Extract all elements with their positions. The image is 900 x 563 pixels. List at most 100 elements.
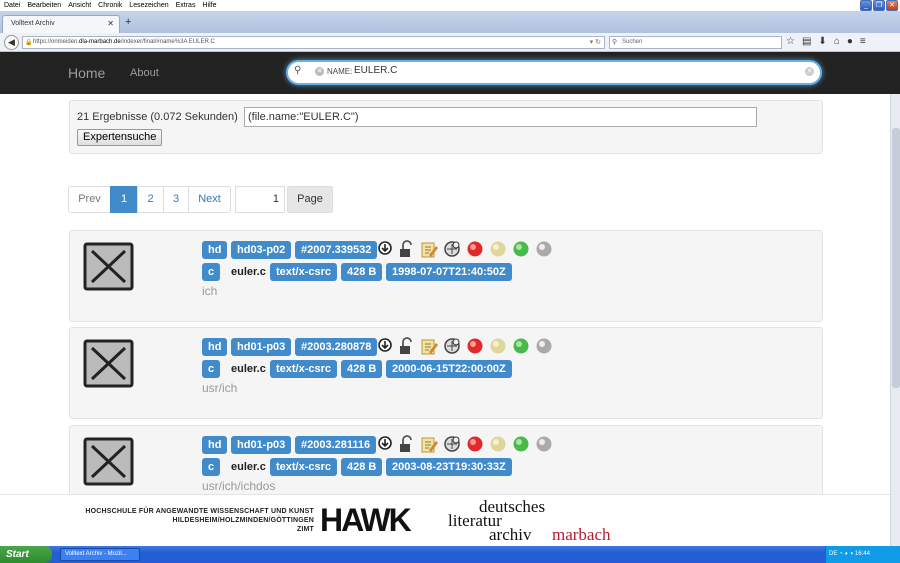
file-name[interactable]: euler.c — [231, 458, 266, 476]
record-id-label[interactable]: #2003.280878 — [295, 338, 378, 356]
green-status-icon[interactable] — [512, 240, 530, 258]
go-to-page-button[interactable]: Page — [287, 186, 333, 213]
green-status-icon[interactable] — [512, 435, 530, 453]
page-number-input[interactable]: 1 — [235, 186, 285, 213]
partition-label[interactable]: hd01-p03 — [231, 436, 292, 454]
file-placeholder-icon[interactable] — [83, 339, 134, 388]
url-bar[interactable]: 🔒 https://onmeiden.dla-marbach.de/indexe… — [22, 36, 605, 49]
browser-tab[interactable]: Volltext Archiv ✕ — [2, 15, 120, 33]
record-id-label[interactable]: #2007.339532 — [295, 241, 378, 259]
menu-lesezeichen[interactable]: Lesezeichen — [129, 0, 168, 11]
taskbar-firefox-task[interactable]: Volltext Archiv - Mozil... — [60, 548, 140, 561]
clear-search-icon[interactable]: ✕ — [805, 67, 814, 76]
expert-search-button[interactable]: Expertensuche — [77, 129, 163, 146]
file-placeholder-icon[interactable] — [83, 437, 134, 486]
toolbar-icons: ☆ ▤ ⬇ ⌂ ● ≡ — [786, 36, 866, 48]
menu-chronik[interactable]: Chronik — [98, 0, 122, 11]
download-icon[interactable] — [376, 240, 394, 258]
compare-icon[interactable] — [443, 337, 461, 355]
edit-icon[interactable] — [420, 240, 438, 258]
grey-status-icon[interactable] — [535, 337, 553, 355]
green-status-icon[interactable] — [512, 337, 530, 355]
browser-search-input[interactable]: ⚲ Suchen — [609, 36, 782, 49]
window-controls: _ ❐ ✕ — [860, 0, 898, 11]
menu-hilfe[interactable]: Hilfe — [202, 0, 216, 11]
start-button[interactable]: Start — [0, 546, 52, 563]
minimize-icon[interactable]: _ — [860, 0, 872, 11]
yellow-status-icon[interactable] — [489, 240, 507, 258]
partition-label[interactable]: hd03-p02 — [231, 241, 292, 259]
mime-type-label[interactable]: text/x-csrc — [270, 263, 338, 281]
file-placeholder-icon[interactable] — [83, 242, 134, 291]
edit-icon[interactable] — [420, 337, 438, 355]
menu-bar: Datei Bearbeiten Ansicht Chronik Lesezei… — [0, 0, 900, 11]
hawk-logo[interactable]: HAWK — [320, 504, 412, 536]
home-link[interactable]: Home — [68, 52, 105, 94]
scrollbar-thumb[interactable] — [892, 128, 900, 388]
page-3-button[interactable]: 3 — [163, 186, 189, 213]
disk-label[interactable]: hd — [202, 338, 228, 356]
remove-tag-icon[interactable]: ✕ — [315, 67, 324, 76]
download-icon[interactable] — [376, 337, 394, 355]
downloads-icon[interactable]: ⬇ — [818, 36, 826, 48]
taskbar: Start Volltext Archiv - Mozil... DE ◔ ◕ … — [0, 546, 900, 563]
file-name[interactable]: euler.c — [231, 360, 266, 378]
menu-datei[interactable]: Datei — [4, 0, 20, 11]
close-window-icon[interactable]: ✕ — [886, 0, 898, 11]
page-1-button[interactable]: 1 — [110, 186, 138, 213]
page-scrollbar[interactable] — [890, 94, 900, 546]
file-date-label[interactable]: 1998-07-07T21:40:50Z — [386, 263, 512, 281]
hamburger-menu-icon[interactable]: ≡ — [860, 36, 866, 48]
disk-label[interactable]: hd — [202, 241, 228, 259]
prev-page-button[interactable]: Prev — [68, 186, 111, 213]
yellow-status-icon[interactable] — [489, 435, 507, 453]
red-status-icon[interactable] — [466, 337, 484, 355]
new-tab-icon[interactable]: + — [125, 15, 131, 29]
grey-status-icon[interactable] — [535, 435, 553, 453]
home-icon[interactable]: ⌂ — [834, 36, 840, 48]
file-size-label[interactable]: 428 B — [341, 263, 383, 281]
disk-label[interactable]: hd — [202, 436, 228, 454]
compare-icon[interactable] — [443, 240, 461, 258]
menu-bearbeiten[interactable]: Bearbeiten — [27, 0, 61, 11]
red-status-icon[interactable] — [466, 435, 484, 453]
type-letter-label[interactable]: c — [202, 458, 221, 476]
menu-ansicht[interactable]: Ansicht — [68, 0, 91, 11]
record-id-label[interactable]: #2003.281116 — [295, 436, 377, 454]
menu-extras[interactable]: Extras — [176, 0, 196, 11]
file-name[interactable]: euler.c — [231, 263, 266, 281]
mime-type-label[interactable]: text/x-csrc — [270, 458, 338, 476]
page-2-button[interactable]: 2 — [137, 186, 164, 213]
compare-icon[interactable] — [443, 435, 461, 453]
url-path: /indexer/final/#name%3A EULER.C — [120, 39, 215, 45]
about-link[interactable]: About — [130, 52, 159, 94]
unlock-icon[interactable] — [397, 435, 415, 453]
edit-icon[interactable] — [420, 435, 438, 453]
unlock-icon[interactable] — [397, 240, 415, 258]
type-letter-label[interactable]: c — [202, 263, 221, 281]
download-icon[interactable] — [376, 435, 394, 453]
file-size-label[interactable]: 428 B — [341, 458, 383, 476]
yellow-status-icon[interactable] — [489, 337, 507, 355]
query-expression-input[interactable]: (file.name:"EULER.C") — [244, 107, 757, 127]
bookmark-star-icon[interactable]: ☆ — [786, 36, 795, 48]
mime-type-label[interactable]: text/x-csrc — [270, 360, 338, 378]
file-date-label[interactable]: 2003-08-23T19:30:33Z — [386, 458, 512, 476]
bookmarks-list-icon[interactable]: ▤ — [802, 36, 811, 48]
chat-icon[interactable]: ● — [847, 36, 853, 48]
file-size-label[interactable]: 428 B — [341, 360, 383, 378]
language-indicator[interactable]: DE — [829, 551, 837, 557]
tag-search-input[interactable]: ⚲ ✕ NAME: EULER.C ✕ — [286, 60, 822, 85]
red-status-icon[interactable] — [466, 240, 484, 258]
reload-icon[interactable]: ▾ ↻ — [590, 37, 601, 48]
file-date-label[interactable]: 2000-06-15T22:00:00Z — [386, 360, 512, 378]
file-path: usr/ich/ichdos — [202, 479, 276, 493]
unlock-icon[interactable] — [397, 337, 415, 355]
type-letter-label[interactable]: c — [202, 360, 221, 378]
back-arrow-icon[interactable]: ◀ — [4, 35, 19, 50]
grey-status-icon[interactable] — [535, 240, 553, 258]
next-page-button[interactable]: Next — [188, 186, 231, 213]
close-tab-icon[interactable]: ✕ — [107, 16, 114, 32]
partition-label[interactable]: hd01-p03 — [231, 338, 292, 356]
restore-icon[interactable]: ❐ — [873, 0, 885, 11]
